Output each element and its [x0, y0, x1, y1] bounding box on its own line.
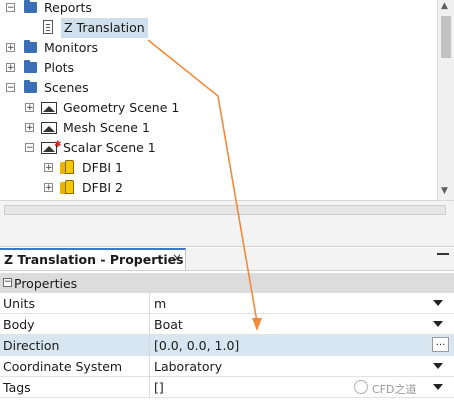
column-divider — [149, 335, 150, 356]
dropdown-arrow-icon[interactable] — [433, 363, 443, 369]
property-name: Units — [3, 296, 35, 311]
scrollbar-thumb[interactable] — [441, 16, 451, 58]
column-divider — [149, 314, 150, 335]
tree-node-dfbi-1[interactable]: + DFBI 1 — [0, 158, 430, 178]
property-name: Coordinate System — [3, 359, 123, 374]
panel-separator — [0, 218, 454, 247]
tree-node-mesh-scene-1[interactable]: + Mesh Scene 1 — [0, 118, 430, 138]
tree-node-label: Geometry Scene 1 — [63, 100, 180, 115]
tree-node-label: Scenes — [44, 80, 89, 95]
property-name: Direction — [3, 338, 60, 353]
tree-node-label: Scalar Scene 1 — [63, 140, 156, 155]
vertical-scrollbar[interactable]: ▲ ▼ — [437, 0, 454, 200]
dropdown-arrow-icon[interactable] — [433, 384, 443, 390]
expand-icon[interactable]: + — [25, 103, 34, 113]
dropdown-arrow-icon[interactable] — [433, 300, 443, 306]
expand-icon[interactable]: + — [25, 123, 34, 133]
tree-node-label: DFBI 2 — [82, 180, 124, 195]
dropdown-arrow-icon[interactable] — [433, 321, 443, 327]
expand-icon[interactable]: + — [6, 63, 15, 73]
property-value[interactable]: Laboratory — [154, 359, 222, 374]
modified-asterisk-icon: ✱ — [54, 140, 62, 150]
tree-node-z-translation[interactable]: Z Translation — [0, 18, 430, 38]
folder-icon — [24, 0, 37, 13]
folder-icon — [24, 60, 37, 73]
properties-panel-title: Z Translation - Properties — [4, 252, 184, 267]
column-divider — [149, 356, 150, 377]
scroll-down-icon[interactable]: ▼ — [441, 186, 448, 196]
property-value[interactable]: Boat — [154, 317, 183, 332]
expand-icon[interactable]: + — [44, 163, 53, 173]
folder-icon — [24, 40, 37, 53]
dfbi-icon — [60, 180, 74, 194]
expand-icon[interactable]: + — [44, 183, 53, 193]
tree-node-label: DFBI 1 — [82, 160, 124, 175]
column-divider — [149, 377, 150, 398]
tree-node-dfbi-2[interactable]: + DFBI 2 — [0, 178, 430, 198]
properties-panel-header: Z Translation - Properties × — [0, 248, 454, 271]
tree-node-label: Reports — [44, 0, 92, 15]
column-divider — [149, 293, 150, 314]
close-icon[interactable]: × — [172, 251, 182, 265]
tree-node-label: Plots — [44, 60, 75, 75]
report-icon — [43, 20, 53, 34]
tab-properties[interactable]: Z Translation - Properties × — [0, 248, 186, 270]
property-row-body[interactable]: Body Boat — [0, 314, 454, 335]
property-row-direction[interactable]: Direction [0.0, 0.0, 1.0] ... — [0, 335, 454, 356]
property-row-units[interactable]: Units m — [0, 293, 454, 314]
property-value[interactable]: m — [154, 296, 166, 311]
tree-node-reports[interactable]: − Reports — [0, 0, 430, 18]
property-row-coordinate-system[interactable]: Coordinate System Laboratory — [0, 356, 454, 377]
wechat-logo-icon — [354, 380, 368, 394]
tree-node-label: Z Translation — [61, 18, 148, 38]
collapse-icon[interactable]: − — [3, 278, 12, 287]
folder-icon — [24, 80, 37, 93]
property-value[interactable]: [0.0, 0.0, 1.0] — [154, 338, 239, 353]
property-name: Tags — [3, 380, 31, 395]
expand-icon[interactable]: + — [6, 43, 15, 53]
collapse-icon[interactable]: − — [25, 143, 34, 153]
dfbi-icon — [60, 160, 74, 174]
tree-node-monitors[interactable]: + Monitors — [0, 38, 430, 58]
scene-icon — [41, 102, 57, 114]
tree-node-scalar-scene-1[interactable]: − ✱ Scalar Scene 1 — [0, 138, 430, 158]
tree-node-scenes[interactable]: − Scenes — [0, 78, 430, 98]
property-name: Body — [3, 317, 35, 332]
collapse-icon[interactable]: − — [6, 3, 15, 13]
tree-node-label: Mesh Scene 1 — [63, 120, 150, 135]
tree-node-label: Monitors — [44, 40, 99, 55]
simulation-tree[interactable]: − Reports Z Translation + Monitors + Plo… — [0, 0, 454, 200]
tree-node-geometry-scene-1[interactable]: + Geometry Scene 1 — [0, 98, 430, 118]
tree-node-plots[interactable]: + Plots — [0, 58, 430, 78]
scene-icon — [41, 122, 57, 134]
properties-section-header[interactable]: − Properties — [0, 273, 454, 293]
scrollbar-track[interactable] — [4, 205, 446, 215]
edit-ellipsis-button[interactable]: ... — [432, 337, 449, 352]
minimize-icon[interactable] — [437, 253, 449, 255]
collapse-icon[interactable]: − — [6, 83, 15, 93]
property-value[interactable]: [] — [154, 380, 164, 395]
horizontal-scrollbar[interactable] — [0, 200, 454, 219]
scroll-up-icon[interactable]: ▲ — [441, 1, 448, 11]
watermark: CFD之道 — [372, 383, 417, 396]
section-label: Properties — [14, 276, 78, 291]
